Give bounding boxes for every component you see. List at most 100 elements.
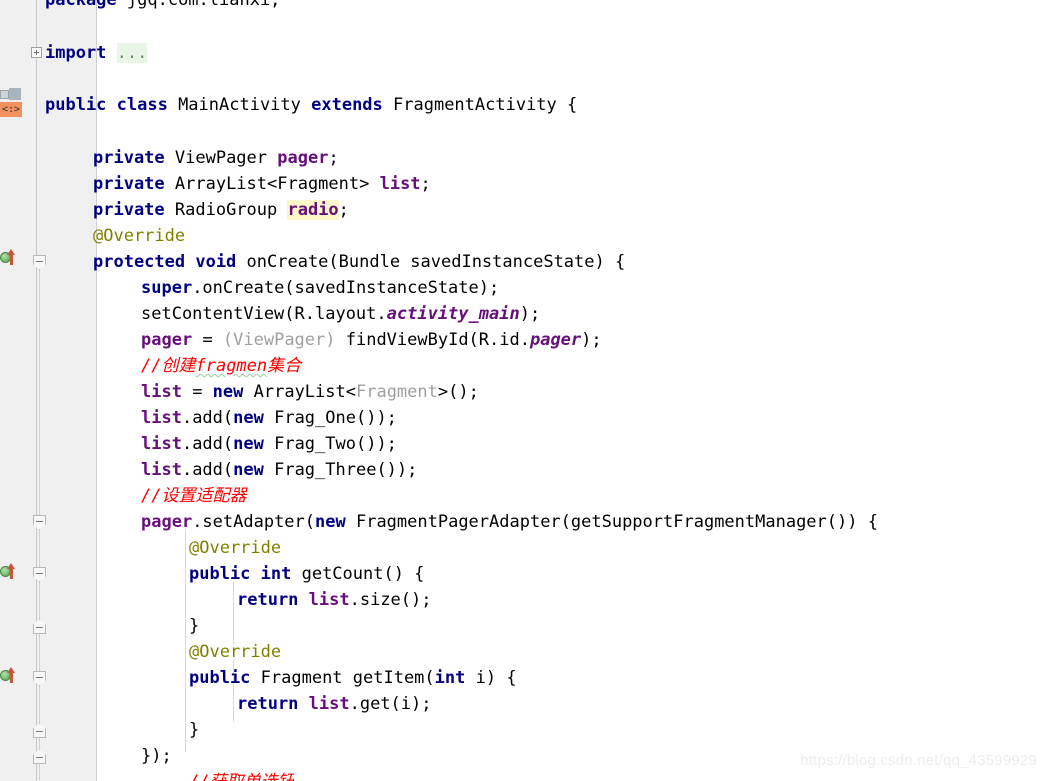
code-line[interactable]: private ArrayList<Fragment> list; (93, 171, 431, 197)
token-field: list (141, 434, 182, 454)
code-line[interactable]: @Override (93, 223, 185, 249)
token-punct: ; (338, 200, 349, 220)
token-punct: ); (519, 304, 541, 324)
token-call: .add( (181, 408, 234, 428)
code-text-layer[interactable]: package jgq.com.lianxi; import ... publi… (0, 0, 1049, 781)
token-keyword: new (233, 408, 275, 428)
code-line[interactable]: public Fragment getItem(int i) { (189, 665, 517, 691)
token-op: = (192, 330, 223, 350)
code-line[interactable]: //设置适配器 (141, 483, 246, 509)
token-type: Frag_One()); (274, 408, 397, 428)
token-static-field: pager (529, 330, 582, 350)
token-type: MainActivity (178, 95, 312, 115)
token-plain: jgq.com.lianxi; (116, 0, 281, 10)
token-field: list (141, 382, 182, 402)
token-comment: 集合 (267, 356, 302, 376)
token-generic-inferred: Fragment (355, 382, 438, 402)
code-line[interactable]: @Override (189, 639, 281, 665)
token-call: .get(i); (349, 694, 432, 714)
token-field-highlighted: radio (287, 200, 339, 220)
token-punct: ; (328, 148, 339, 168)
code-line[interactable]: public class MainActivity extends Fragme… (45, 92, 577, 118)
token-param: i) { (475, 668, 517, 688)
token-annotation: @Override (189, 642, 282, 662)
token-call: .add( (181, 460, 234, 480)
token-comment: //创建 (141, 356, 196, 376)
code-line[interactable]: package jgq.com.lianxi; (45, 0, 280, 13)
token-field: pager (141, 512, 193, 532)
code-line[interactable]: //创建fragmen集合 (141, 353, 301, 379)
code-line[interactable]: pager.setAdapter(new FragmentPagerAdapte… (141, 509, 878, 535)
token-type: ArrayList<Fragment> (174, 174, 380, 194)
token-keyword: private (93, 148, 175, 168)
token-method: getCount() { (301, 564, 425, 584)
token-punct: ; (420, 174, 431, 194)
token-field: list (141, 460, 182, 480)
token-call: .add( (181, 434, 234, 454)
token-keyword: int (434, 668, 476, 688)
code-line[interactable]: private ViewPager pager; (93, 145, 339, 171)
code-line[interactable]: list = new ArrayList<Fragment>(); (141, 379, 479, 405)
token-type: RadioGroup (174, 200, 288, 220)
code-line[interactable]: setContentView(R.layout.activity_main); (141, 301, 540, 327)
token-call: .setAdapter( (192, 512, 316, 532)
token-field: list (141, 408, 182, 428)
token-comment-misspelled: fragmen (195, 356, 268, 376)
token-call: .size(); (349, 590, 432, 610)
token-comment: //获取单选钮 (189, 772, 294, 781)
code-line[interactable]: protected void onCreate(Bundle savedInst… (93, 249, 625, 275)
token-type: ArrayList< (253, 382, 356, 402)
code-line[interactable]: public int getCount() { (189, 561, 424, 587)
code-line[interactable]: return list.get(i); (237, 691, 432, 717)
token-keyword: public (189, 668, 261, 688)
token-field: pager (277, 148, 329, 168)
token-keyword: new (212, 382, 254, 402)
token-type: FragmentPagerAdapter(getSupportFragmentM… (355, 512, 878, 532)
token-field: list (308, 590, 350, 610)
code-line[interactable]: list.add(new Frag_One()); (141, 405, 397, 431)
token-call: .onCreate(savedInstanceState); (192, 278, 500, 298)
token-type: Frag_Three()); (274, 460, 418, 480)
code-line[interactable]: @Override (189, 535, 281, 561)
code-line[interactable]: super.onCreate(savedInstanceState); (141, 275, 499, 301)
code-editor[interactable]: <:> package jgq.com.lianxi; import ... p… (0, 0, 1049, 781)
token-keyword: new (315, 512, 356, 532)
token-keyword: private (93, 200, 175, 220)
token-keyword: package (45, 0, 117, 10)
token-static-field: activity_main (386, 304, 520, 324)
token-type: ViewPager (174, 148, 278, 168)
token-field: pager (141, 330, 193, 350)
token-brace: } (189, 720, 200, 740)
token-call: findViewById(R.id. (335, 330, 530, 350)
code-line[interactable]: private RadioGroup radio; (93, 197, 349, 223)
code-line[interactable]: } (189, 717, 199, 743)
token-type: FragmentActivity { (393, 95, 578, 115)
code-line[interactable]: pager = (ViewPager) findViewById(R.id.pa… (141, 327, 602, 353)
token-brace: }); (141, 746, 172, 766)
token-cast: (ViewPager) (222, 330, 336, 350)
code-line[interactable]: //获取单选钮 (189, 769, 294, 781)
token-field: list (379, 174, 421, 194)
code-line[interactable]: import ... (45, 40, 148, 66)
token-brace: } (189, 616, 200, 636)
token-punct: >(); (437, 382, 479, 402)
token-keyword: return (237, 590, 309, 610)
fold-placeholder-imports[interactable]: ... (116, 43, 148, 63)
code-line[interactable]: } (189, 613, 199, 639)
code-line[interactable]: list.add(new Frag_Three()); (141, 457, 417, 483)
token-field: list (308, 694, 350, 714)
token-keyword: public int (189, 564, 302, 584)
token-keyword: public class (45, 95, 179, 115)
token-comment: //设置适配器 (141, 486, 247, 506)
code-line[interactable]: return list.size(); (237, 587, 432, 613)
token-punct: ); (581, 330, 602, 350)
token-call: setContentView(R.layout. (141, 304, 387, 324)
token-keyword: extends (311, 95, 394, 115)
token-op: = (181, 382, 213, 402)
token-keyword: protected void (93, 252, 247, 272)
token-keyword: import (45, 43, 107, 63)
token-keyword: new (233, 460, 275, 480)
code-line[interactable]: list.add(new Frag_Two()); (141, 431, 397, 457)
code-line[interactable]: }); (141, 743, 172, 769)
